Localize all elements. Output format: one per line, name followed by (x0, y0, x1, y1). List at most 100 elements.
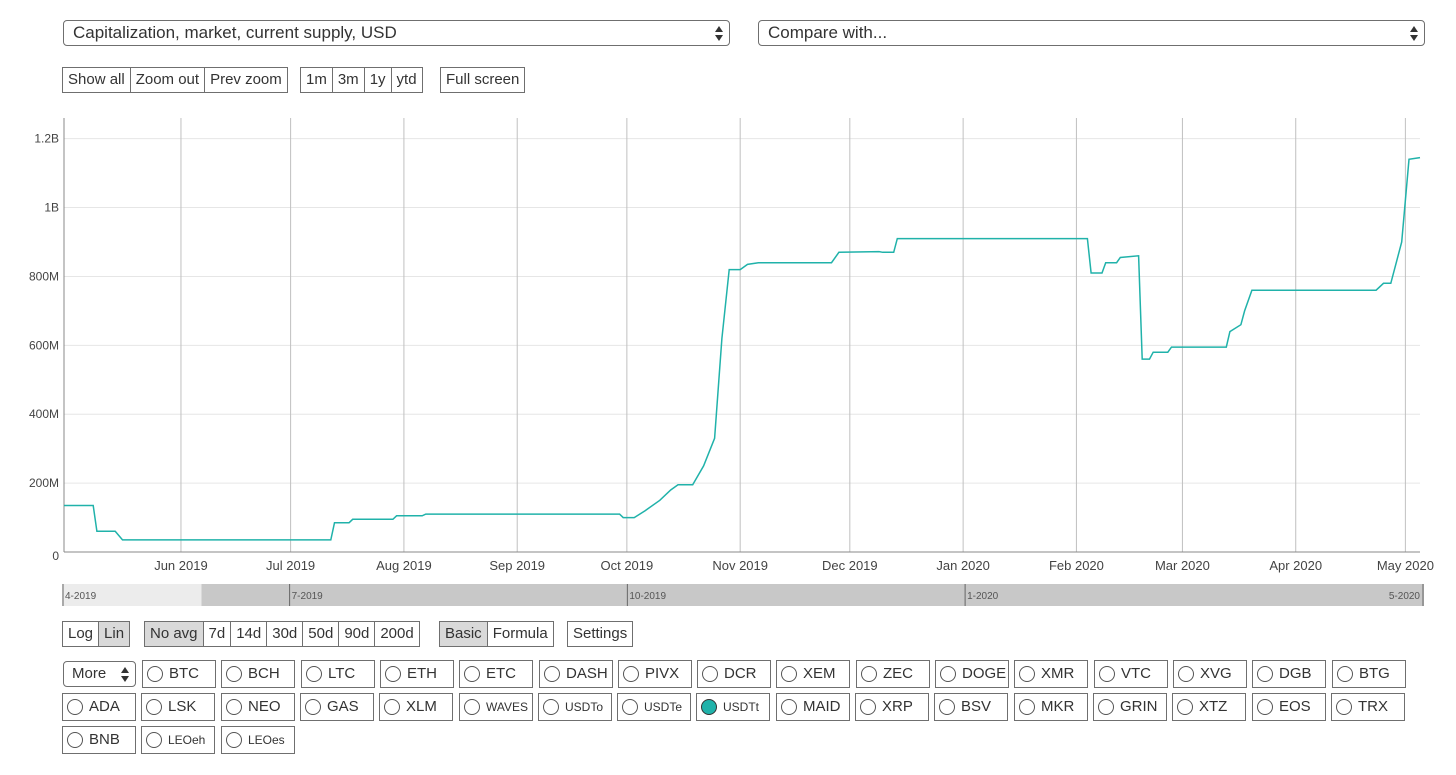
coin-label: XMR (1041, 665, 1075, 682)
radio-icon (146, 699, 162, 715)
coin-label: EOS (1279, 698, 1311, 715)
coin-label: DASH (566, 665, 608, 682)
coin-label: DOGE (962, 665, 1007, 682)
coin-toggle-ada[interactable]: ADA (62, 693, 136, 721)
coin-toggle-xrp[interactable]: XRP (855, 693, 929, 721)
coin-toggle-dcr[interactable]: DCR (697, 660, 771, 688)
compare-select-value: Compare with... (768, 23, 888, 42)
range-3m-button[interactable]: 3m (333, 68, 365, 92)
coin-toggle-lsk[interactable]: LSK (141, 693, 215, 721)
y-tick-label: 200M (29, 476, 59, 490)
zoom-out-button[interactable]: Zoom out (131, 68, 206, 92)
navigator-tick-label: 10-2019 (629, 591, 666, 602)
coin-toggle-usdte[interactable]: USDTe (617, 693, 691, 721)
coin-toggle-gas[interactable]: GAS (300, 693, 374, 721)
radio-icon (1178, 666, 1194, 682)
radio-icon (543, 699, 559, 715)
coin-toggle-btg[interactable]: BTG (1332, 660, 1406, 688)
coin-toggle-zec[interactable]: ZEC (856, 660, 930, 688)
radio-icon (939, 699, 955, 715)
coin-toggle-dgb[interactable]: DGB (1252, 660, 1326, 688)
basic-mode-button[interactable]: Basic (440, 622, 488, 646)
y-tick-label: 400M (29, 407, 59, 421)
radio-icon (1019, 699, 1035, 715)
market-cap-chart[interactable]: 0 200M 400M 600M 800M 1B 1.2B Jun 2019 Jul 2019… (0, 110, 1456, 580)
coin-label: MKR (1041, 698, 1075, 715)
x-tick-label: Oct 2019 (600, 558, 653, 573)
x-tick-label: Dec 2019 (822, 558, 878, 573)
fullscreen-control: Full screen (440, 67, 526, 93)
radio-icon (1019, 666, 1035, 682)
coin-toggle-xmr[interactable]: XMR (1014, 660, 1088, 688)
coin-toggle-xtz[interactable]: XTZ (1172, 693, 1246, 721)
coin-label: XRP (882, 698, 913, 715)
coin-toggle-mkr[interactable]: MKR (1014, 693, 1088, 721)
coin-toggle-usdto[interactable]: USDTo (538, 693, 612, 721)
coin-label: BCH (248, 665, 280, 682)
x-tick-label: Feb 2020 (1049, 558, 1104, 573)
radio-icon (464, 666, 480, 682)
coin-toggle-xvg[interactable]: XVG (1173, 660, 1247, 688)
coin-toggle-bnb[interactable]: BNB (62, 726, 136, 754)
coin-toggle-maid[interactable]: MAID (776, 693, 850, 721)
coin-toggle-eos[interactable]: EOS (1252, 693, 1326, 721)
avg-50d-button[interactable]: 50d (303, 622, 340, 646)
no-avg-button[interactable]: No avg (145, 622, 204, 646)
metric-select[interactable]: Capitalization, market, current supply, … (63, 20, 730, 46)
avg-200d-button[interactable]: 200d (375, 622, 418, 646)
coin-label: VTC (1121, 665, 1151, 682)
radio-icon (702, 666, 718, 682)
coin-toggle-xem[interactable]: XEM (776, 660, 850, 688)
range-ytd-button[interactable]: ytd (392, 68, 422, 92)
settings-button[interactable]: Settings (568, 622, 632, 646)
coin-toggle-bch[interactable]: BCH (221, 660, 295, 688)
full-screen-button[interactable]: Full screen (441, 68, 524, 92)
coin-label: PIVX (645, 665, 680, 682)
avg-90d-button[interactable]: 90d (339, 622, 376, 646)
coin-toggle-xlm[interactable]: XLM (379, 693, 453, 721)
coin-label: DGB (1279, 665, 1312, 682)
range-1y-button[interactable]: 1y (365, 68, 392, 92)
coin-toggle-leoeh[interactable]: LEOeh (141, 726, 215, 754)
coin-toggle-btc[interactable]: BTC (142, 660, 216, 688)
coin-toggle-ltc[interactable]: LTC (301, 660, 375, 688)
coin-label: LEOes (248, 733, 285, 747)
coin-toggle-pivx[interactable]: PIVX (618, 660, 692, 688)
coin-label: GRIN (1120, 698, 1158, 715)
coin-toggle-etc[interactable]: ETC (459, 660, 533, 688)
avg-14d-button[interactable]: 14d (231, 622, 268, 646)
coin-toggle-grin[interactable]: GRIN (1093, 693, 1167, 721)
coin-toggle-leoes[interactable]: LEOes (221, 726, 295, 754)
navigator-selection[interactable] (201, 584, 1424, 606)
range-navigator[interactable]: 4-2019 7-2019 10-2019 1-2020 5-2020 (62, 584, 1424, 606)
show-all-button[interactable]: Show all (63, 68, 131, 92)
compare-select[interactable]: Compare with... (758, 20, 1425, 46)
avg-30d-button[interactable]: 30d (267, 622, 304, 646)
coin-toggle-neo[interactable]: NEO (221, 693, 295, 721)
coin-toggle-vtc[interactable]: VTC (1094, 660, 1168, 688)
x-tick-label: Jun 2019 (154, 558, 208, 573)
coin-toggle-eth[interactable]: ETH (380, 660, 454, 688)
range-1m-button[interactable]: 1m (301, 68, 333, 92)
y-tick-label: 800M (29, 269, 59, 283)
coin-label: BSV (961, 698, 992, 715)
radio-icon (623, 666, 639, 682)
avg-7d-button[interactable]: 7d (204, 622, 232, 646)
coin-toggle-waves[interactable]: WAVES (459, 693, 533, 721)
lin-scale-button[interactable]: Lin (99, 622, 130, 646)
radio-icon (146, 732, 162, 748)
more-select[interactable]: More (63, 661, 136, 687)
mode-controls: Basic Formula (439, 621, 554, 647)
formula-mode-button[interactable]: Formula (488, 622, 553, 646)
coin-label: ETC (486, 665, 516, 682)
navigator-tick-label: 4-2019 (65, 591, 97, 602)
coin-toggle-usdtt[interactable]: USDTt (696, 693, 770, 721)
log-scale-button[interactable]: Log (63, 622, 100, 646)
select-arrows-icon (120, 665, 130, 683)
coin-toggle-dash[interactable]: DASH (539, 660, 613, 688)
prev-zoom-button[interactable]: Prev zoom (205, 68, 287, 92)
coin-toggle-bsv[interactable]: BSV (934, 693, 1008, 721)
radio-icon (385, 666, 401, 682)
coin-toggle-trx[interactable]: TRX (1331, 693, 1405, 721)
coin-toggle-doge[interactable]: DOGE (935, 660, 1009, 688)
